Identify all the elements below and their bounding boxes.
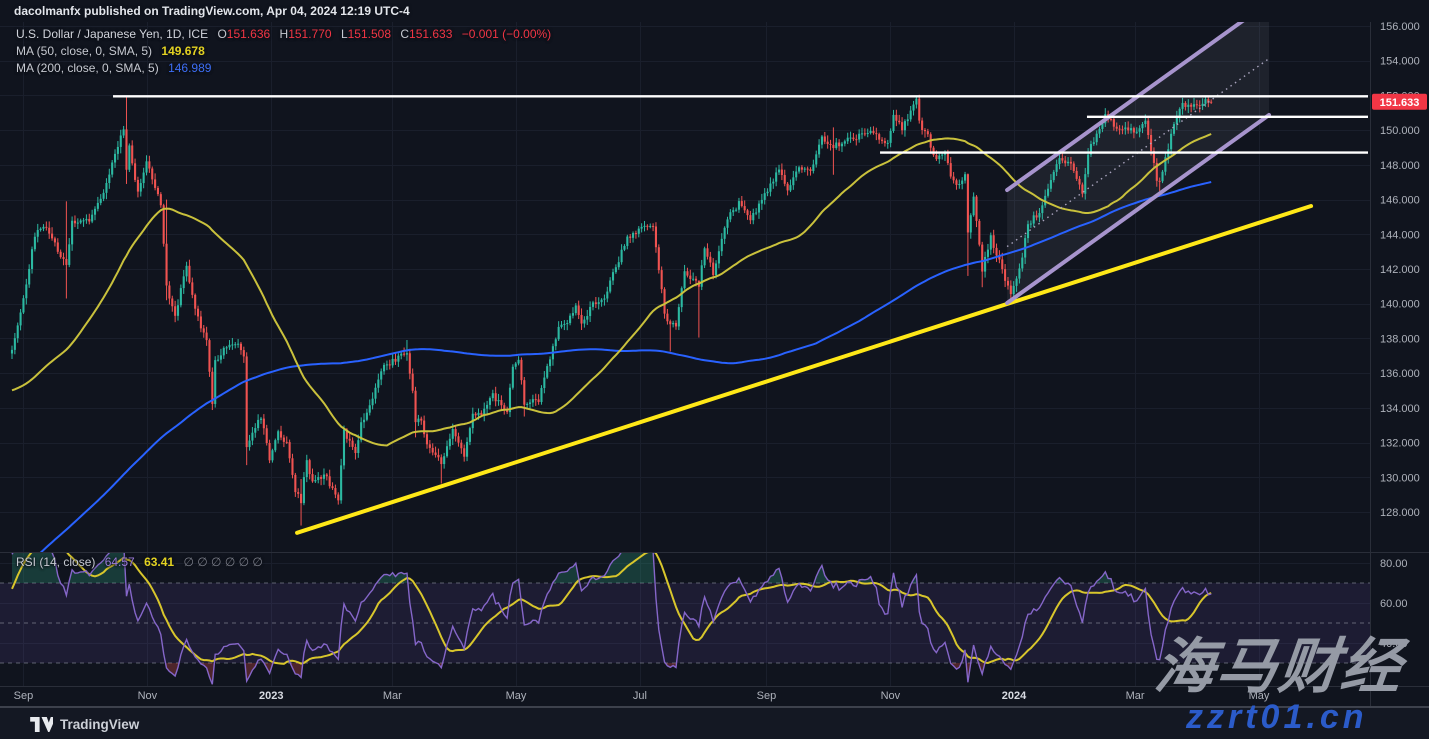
- svg-text:128.000: 128.000: [1380, 507, 1420, 519]
- candles: [11, 95, 1212, 526]
- svg-text:140.000: 140.000: [1380, 299, 1420, 311]
- svg-text:144.000: 144.000: [1380, 229, 1420, 241]
- svg-text:80.00: 80.00: [1380, 558, 1408, 570]
- high-label: H: [280, 27, 289, 41]
- svg-text:150.000: 150.000: [1380, 125, 1420, 137]
- rsi-label: RSI (14, close): [16, 555, 95, 569]
- tradingview-brand-link[interactable]: TradingView: [30, 716, 139, 733]
- open-label: O: [217, 27, 226, 41]
- time-axis-labels[interactable]: SepNov2023MarMayJulSepNov2024MarMay: [14, 690, 1270, 702]
- svg-text:151.633: 151.633: [1380, 97, 1420, 109]
- ma50-label: MA (50, close, 0, SMA, 5): [16, 44, 152, 58]
- ma200-value: 146.989: [168, 61, 211, 75]
- high-value: 151.770: [288, 27, 331, 41]
- svg-text:154.000: 154.000: [1380, 56, 1420, 68]
- trendline: [297, 206, 1311, 533]
- ma200-label: MA (200, close, 0, SMA, 5): [16, 61, 159, 75]
- svg-text:Nov: Nov: [138, 690, 158, 702]
- svg-text:Sep: Sep: [757, 690, 777, 702]
- rsi-legend-row[interactable]: RSI (14, close) 64.57 63.41 ∅ ∅ ∅ ∅ ∅ ∅: [16, 555, 263, 569]
- close-label: C: [400, 27, 409, 41]
- svg-text:60.00: 60.00: [1380, 598, 1408, 610]
- svg-text:148.000: 148.000: [1380, 160, 1420, 172]
- svg-text:2023: 2023: [259, 690, 283, 702]
- tradingview-logo-icon: [30, 716, 53, 733]
- chart-canvas[interactable]: 156.000154.000152.000150.000148.000146.0…: [0, 0, 1429, 739]
- rsi-empty-values: ∅ ∅ ∅ ∅ ∅ ∅: [183, 555, 262, 569]
- svg-text:2024: 2024: [1002, 690, 1027, 702]
- svg-text:May: May: [506, 690, 527, 702]
- low-label: L: [341, 27, 348, 41]
- symbol-legend-row[interactable]: U.S. Dollar / Japanese Yen, 1D, ICE O151…: [16, 27, 551, 41]
- svg-text:132.000: 132.000: [1380, 438, 1420, 450]
- change-value: −0.001 (−0.00%): [462, 27, 551, 41]
- tradingview-brand-label: TradingView: [60, 717, 139, 732]
- rsi-value: 64.57: [105, 555, 135, 569]
- rsi-oversold-fill: [166, 663, 1014, 684]
- svg-text:130.000: 130.000: [1380, 472, 1420, 484]
- ma50-legend-row[interactable]: MA (50, close, 0, SMA, 5) 149.678: [16, 44, 205, 58]
- svg-text:Mar: Mar: [1126, 690, 1145, 702]
- price-pane[interactable]: [11, 2, 1368, 577]
- watermark-chinese: 海马财经: [1152, 634, 1429, 700]
- svg-text:156.000: 156.000: [1380, 21, 1420, 33]
- svg-text:Sep: Sep: [14, 690, 34, 702]
- watermark-url: zzrt01.cn: [1186, 698, 1429, 737]
- tradingview-published-chart: dacolmanfx published on TradingView.com,…: [0, 0, 1429, 739]
- ma200-legend-row[interactable]: MA (200, close, 0, SMA, 5) 146.989: [16, 61, 211, 75]
- svg-text:Mar: Mar: [383, 690, 402, 702]
- last-price-tag: 151.633: [1372, 94, 1427, 110]
- svg-text:Nov: Nov: [881, 690, 901, 702]
- svg-text:136.000: 136.000: [1380, 368, 1420, 380]
- low-value: 151.508: [348, 27, 391, 41]
- svg-text:142.000: 142.000: [1380, 264, 1420, 276]
- close-value: 151.633: [409, 27, 452, 41]
- symbol-title: U.S. Dollar / Japanese Yen, 1D, ICE: [16, 27, 208, 41]
- svg-text:146.000: 146.000: [1380, 195, 1420, 207]
- svg-text:Jul: Jul: [633, 690, 647, 702]
- svg-text:134.000: 134.000: [1380, 403, 1420, 415]
- svg-text:138.000: 138.000: [1380, 333, 1420, 345]
- open-value: 151.636: [227, 27, 270, 41]
- published-byline: dacolmanfx published on TradingView.com,…: [14, 4, 410, 18]
- ma50-value: 149.678: [161, 44, 204, 58]
- rsi-ma-value: 63.41: [144, 555, 174, 569]
